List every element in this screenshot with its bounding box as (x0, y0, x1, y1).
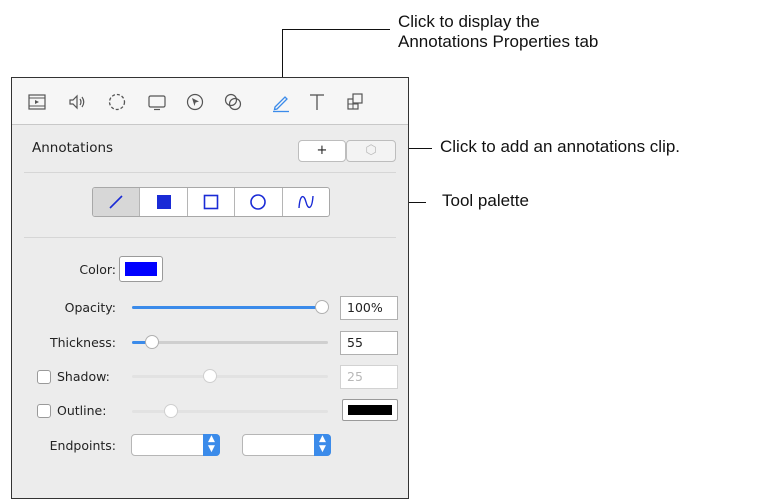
endpoints-label: Endpoints: (49, 438, 116, 453)
callout-tool-palette: Tool palette (442, 191, 529, 210)
opacity-slider-knob[interactable] (315, 300, 329, 314)
shadow-slider-track (132, 375, 328, 378)
puzzle-icon[interactable] (344, 91, 366, 113)
rect-tool[interactable] (186, 188, 234, 216)
callout-line-tab-h (282, 29, 390, 30)
shadow-slider[interactable] (132, 369, 328, 383)
shadow-field[interactable]: 25 (340, 365, 398, 389)
color-well[interactable] (119, 256, 163, 282)
opacity-slider[interactable] (132, 300, 329, 314)
outline-label: Outline: (57, 403, 107, 418)
add-annotation-clip-button[interactable]: + (298, 140, 346, 162)
properties-toolbar (12, 78, 408, 125)
thickness-label: Thickness: (50, 335, 116, 350)
callout-properties-tab-line2: Annotations Properties tab (398, 32, 599, 51)
line-tool[interactable] (93, 188, 140, 216)
opacity-field[interactable]: 100% (340, 296, 398, 320)
outline-slider-knob[interactable] (164, 404, 179, 418)
thickness-slider-knob[interactable] (144, 335, 159, 349)
dashed-circle-icon[interactable] (106, 91, 128, 113)
thickness-field[interactable]: 55 (340, 331, 398, 355)
chevron-updown-icon: ▲ ▼ (314, 434, 331, 456)
start-endpoint-select[interactable]: ▲ ▼ (131, 434, 220, 456)
shadow-label: Shadow: (57, 369, 110, 384)
color-label: Color: (79, 262, 116, 277)
filled-rect-tool[interactable] (139, 188, 186, 216)
outline-slider[interactable] (132, 404, 328, 418)
tool-palette (92, 187, 330, 217)
section-divider-top (24, 172, 396, 173)
text-icon[interactable] (306, 91, 328, 113)
pencil-icon[interactable] (270, 91, 292, 113)
curve-tool[interactable] (281, 188, 329, 216)
secondary-clip-button[interactable]: ⬡ (346, 140, 396, 162)
properties-panel: Annotations + ⬡ Color: Opacity: 100% Thi… (11, 77, 409, 499)
color-well-fill (125, 262, 157, 276)
outline-checkbox[interactable] (37, 404, 51, 418)
outline-color-well[interactable] (342, 399, 398, 421)
monitor-icon[interactable] (146, 91, 168, 113)
thickness-slider[interactable] (132, 335, 328, 349)
callout-add-clip: Click to add an annotations clip. (440, 137, 681, 156)
outline-slider-track (132, 410, 328, 413)
opacity-slider-fill (132, 306, 322, 309)
annotations-title: Annotations (32, 140, 114, 156)
section-divider-middle (24, 237, 396, 238)
end-endpoint-select[interactable]: ▲ ▼ (242, 434, 331, 456)
shadow-checkbox[interactable] (37, 370, 51, 384)
overlap-circles-icon[interactable] (222, 91, 244, 113)
chevron-updown-icon: ▲ ▼ (203, 434, 220, 456)
cursor-icon[interactable] (184, 91, 206, 113)
outline-color-fill (348, 405, 392, 415)
speaker-icon[interactable] (66, 91, 88, 113)
ellipse-tool[interactable] (234, 188, 281, 216)
shadow-slider-knob[interactable] (203, 369, 218, 383)
callout-properties-tab-line1: Click to display the (398, 12, 540, 31)
thickness-slider-track (132, 341, 328, 344)
opacity-label: Opacity: (64, 300, 116, 315)
film-icon[interactable] (26, 91, 48, 113)
